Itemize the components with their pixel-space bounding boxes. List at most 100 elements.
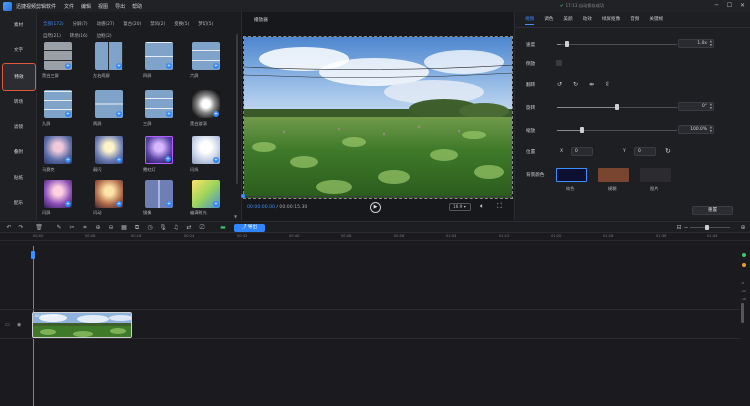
split-icon[interactable]: ✂ bbox=[68, 224, 76, 232]
scale-value-field[interactable]: 100.0% ▲ ▼ bbox=[678, 125, 714, 134]
reverse-checkbox[interactable] bbox=[556, 60, 562, 66]
bg-option-blur[interactable] bbox=[598, 168, 629, 182]
add-icon[interactable]: + bbox=[166, 111, 172, 117]
fx-thumb-weak-flash[interactable]: + bbox=[95, 136, 123, 164]
stepper-icon[interactable]: ▲ ▼ bbox=[710, 39, 712, 47]
add-icon[interactable]: + bbox=[213, 201, 219, 207]
speed-slider[interactable] bbox=[557, 44, 677, 45]
play-button[interactable]: ▶ bbox=[370, 202, 381, 213]
fx-tab-all[interactable]: 全部(172) bbox=[43, 21, 64, 27]
maximize-icon[interactable]: ☐ bbox=[725, 1, 734, 10]
close-icon[interactable]: ✕ bbox=[738, 1, 747, 10]
fx-tab-retro[interactable]: 复古(20) bbox=[123, 21, 141, 27]
prop-tab-keyframe[interactable]: 关键帧 bbox=[649, 16, 663, 25]
add-icon[interactable]: + bbox=[116, 111, 122, 117]
fx-thumb-two-rows[interactable]: + bbox=[95, 90, 123, 118]
duration-icon[interactable]: ◷ bbox=[146, 224, 154, 232]
rail-item-transitions[interactable]: 转场 bbox=[0, 99, 37, 105]
export-button[interactable]: ⤴ 导出 bbox=[234, 224, 265, 232]
timeline-zoom-slider[interactable] bbox=[690, 227, 730, 228]
fx-tab-split[interactable]: 分屏(7) bbox=[73, 21, 88, 27]
scale-slider[interactable] bbox=[557, 130, 677, 131]
stepper-icon[interactable]: ▲ ▼ bbox=[710, 125, 712, 133]
playhead-handle[interactable] bbox=[31, 251, 35, 259]
menu-help[interactable]: 帮助 bbox=[132, 3, 142, 10]
scroll-down-icon[interactable]: ▼ bbox=[234, 214, 237, 219]
rail-item-effects[interactable]: 特效 bbox=[2, 63, 36, 91]
rail-item-media[interactable]: 素材 bbox=[0, 22, 37, 28]
add-icon[interactable]: + bbox=[65, 63, 71, 69]
add-icon[interactable]: + bbox=[116, 157, 122, 163]
prop-tab-beauty[interactable]: 美颜 bbox=[563, 16, 572, 25]
fx-thumb-nine-split[interactable]: + bbox=[44, 90, 72, 118]
video-preview[interactable] bbox=[243, 36, 513, 199]
edit-icon[interactable]: ✎ bbox=[55, 224, 63, 232]
redo-icon[interactable]: ↷ bbox=[17, 224, 25, 232]
rail-item-stickers[interactable]: 贴纸 bbox=[0, 175, 37, 181]
prop-tab-motion[interactable]: 动效 bbox=[583, 16, 592, 25]
progress-handle[interactable] bbox=[241, 194, 245, 198]
menu-export[interactable]: 导出 bbox=[115, 3, 125, 10]
speed-value-field[interactable]: 1.0x ▲ ▼ bbox=[678, 39, 714, 48]
zoom-in-icon[interactable]: ⊕ bbox=[94, 224, 102, 232]
stepper-icon[interactable]: ▲ ▼ bbox=[710, 102, 712, 110]
fx-thumb-bw-swirl[interactable]: + bbox=[192, 90, 220, 118]
bg-option-image[interactable] bbox=[640, 168, 671, 182]
menu-edit[interactable]: 编辑 bbox=[81, 3, 91, 10]
fx-tab-dream[interactable]: 梦幻(5) bbox=[198, 21, 213, 27]
minimize-icon[interactable]: ─ bbox=[712, 1, 721, 10]
volume-icon[interactable]: 🔈︎ bbox=[480, 202, 484, 211]
prop-tab-chroma[interactable]: 绿屏抠像 bbox=[602, 16, 620, 25]
rotate-left-icon[interactable]: ↺ bbox=[555, 80, 564, 89]
rotate-value-field[interactable]: 0° ▲ ▼ bbox=[678, 102, 714, 111]
fx-tab-nature[interactable]: 自然(21) bbox=[43, 33, 61, 39]
add-icon[interactable]: + bbox=[65, 111, 71, 117]
audio-icon[interactable]: ♫ bbox=[172, 224, 180, 232]
fx-tab-transition[interactable]: 转场(16) bbox=[70, 33, 88, 39]
fx-thumb-two-split[interactable]: + bbox=[95, 42, 123, 70]
fx-tab-style[interactable]: 禁风(2) bbox=[150, 21, 165, 27]
fx-thumb-three-rows[interactable]: + bbox=[145, 90, 173, 118]
reset-button[interactable]: 重置 bbox=[692, 206, 733, 215]
track-visibility-icon[interactable]: ◉ bbox=[17, 322, 21, 328]
prop-tab-color[interactable]: 调色 bbox=[544, 16, 553, 25]
fx-thumb-four-split[interactable]: + bbox=[145, 42, 173, 70]
fx-thumb-flash-move[interactable]: + bbox=[95, 180, 123, 208]
fx-tab-transform[interactable]: 变换(5) bbox=[174, 21, 189, 27]
rotate-right-icon[interactable]: ↻ bbox=[571, 80, 580, 89]
rail-item-filters[interactable]: 滤镜 bbox=[0, 124, 37, 130]
rotate-slider-handle[interactable] bbox=[615, 104, 619, 110]
bg-option-solid[interactable] bbox=[556, 168, 587, 182]
add-icon[interactable]: + bbox=[213, 63, 219, 69]
add-icon[interactable]: + bbox=[166, 63, 172, 69]
freeze-frame-icon[interactable]: ⧉ bbox=[133, 224, 141, 232]
fx-thumb-light-leak[interactable]: + bbox=[192, 180, 220, 208]
add-icon[interactable]: + bbox=[65, 201, 71, 207]
fx-thumb-bw-triple[interactable]: + bbox=[44, 42, 72, 70]
voiceover-icon[interactable]: 🎙︎ bbox=[159, 224, 167, 232]
scale-slider-handle[interactable] bbox=[580, 127, 584, 133]
add-icon[interactable]: + bbox=[116, 201, 122, 207]
speed-slider-handle[interactable] bbox=[565, 41, 569, 47]
add-icon[interactable]: + bbox=[165, 156, 171, 162]
fx-thumb-neon[interactable]: + bbox=[145, 136, 173, 164]
flip-horizontal-icon[interactable]: ⇹ bbox=[587, 80, 596, 89]
fx-thumb-flicker[interactable]: + bbox=[192, 136, 220, 164]
crop-icon[interactable]: ⌗ bbox=[81, 224, 89, 232]
add-icon[interactable]: + bbox=[166, 201, 172, 207]
timeline-zoom-handle[interactable] bbox=[705, 225, 709, 230]
mosaic-icon[interactable]: ▦ bbox=[120, 224, 128, 232]
progress-track[interactable] bbox=[243, 196, 513, 197]
detach-audio-icon[interactable]: ⇄ bbox=[185, 224, 193, 232]
delete-icon[interactable]: 🗑︎ bbox=[35, 224, 43, 232]
fx-tab-border[interactable]: 边框(2) bbox=[97, 33, 112, 39]
position-y-field[interactable]: 0 bbox=[634, 147, 656, 156]
zoom-minus-icon[interactable]: − bbox=[682, 224, 690, 232]
track-lock-icon[interactable]: ▭ bbox=[5, 322, 10, 328]
rail-item-music[interactable]: 配乐 bbox=[0, 200, 37, 206]
aspect-ratio-select[interactable]: 16:9 ▾ bbox=[449, 203, 471, 211]
screen-record-icon[interactable]: ⎚ bbox=[198, 224, 206, 232]
add-icon[interactable]: + bbox=[213, 157, 219, 163]
prop-tab-audio[interactable]: 音频 bbox=[630, 16, 639, 25]
record-icon[interactable]: ▬ bbox=[219, 224, 227, 232]
